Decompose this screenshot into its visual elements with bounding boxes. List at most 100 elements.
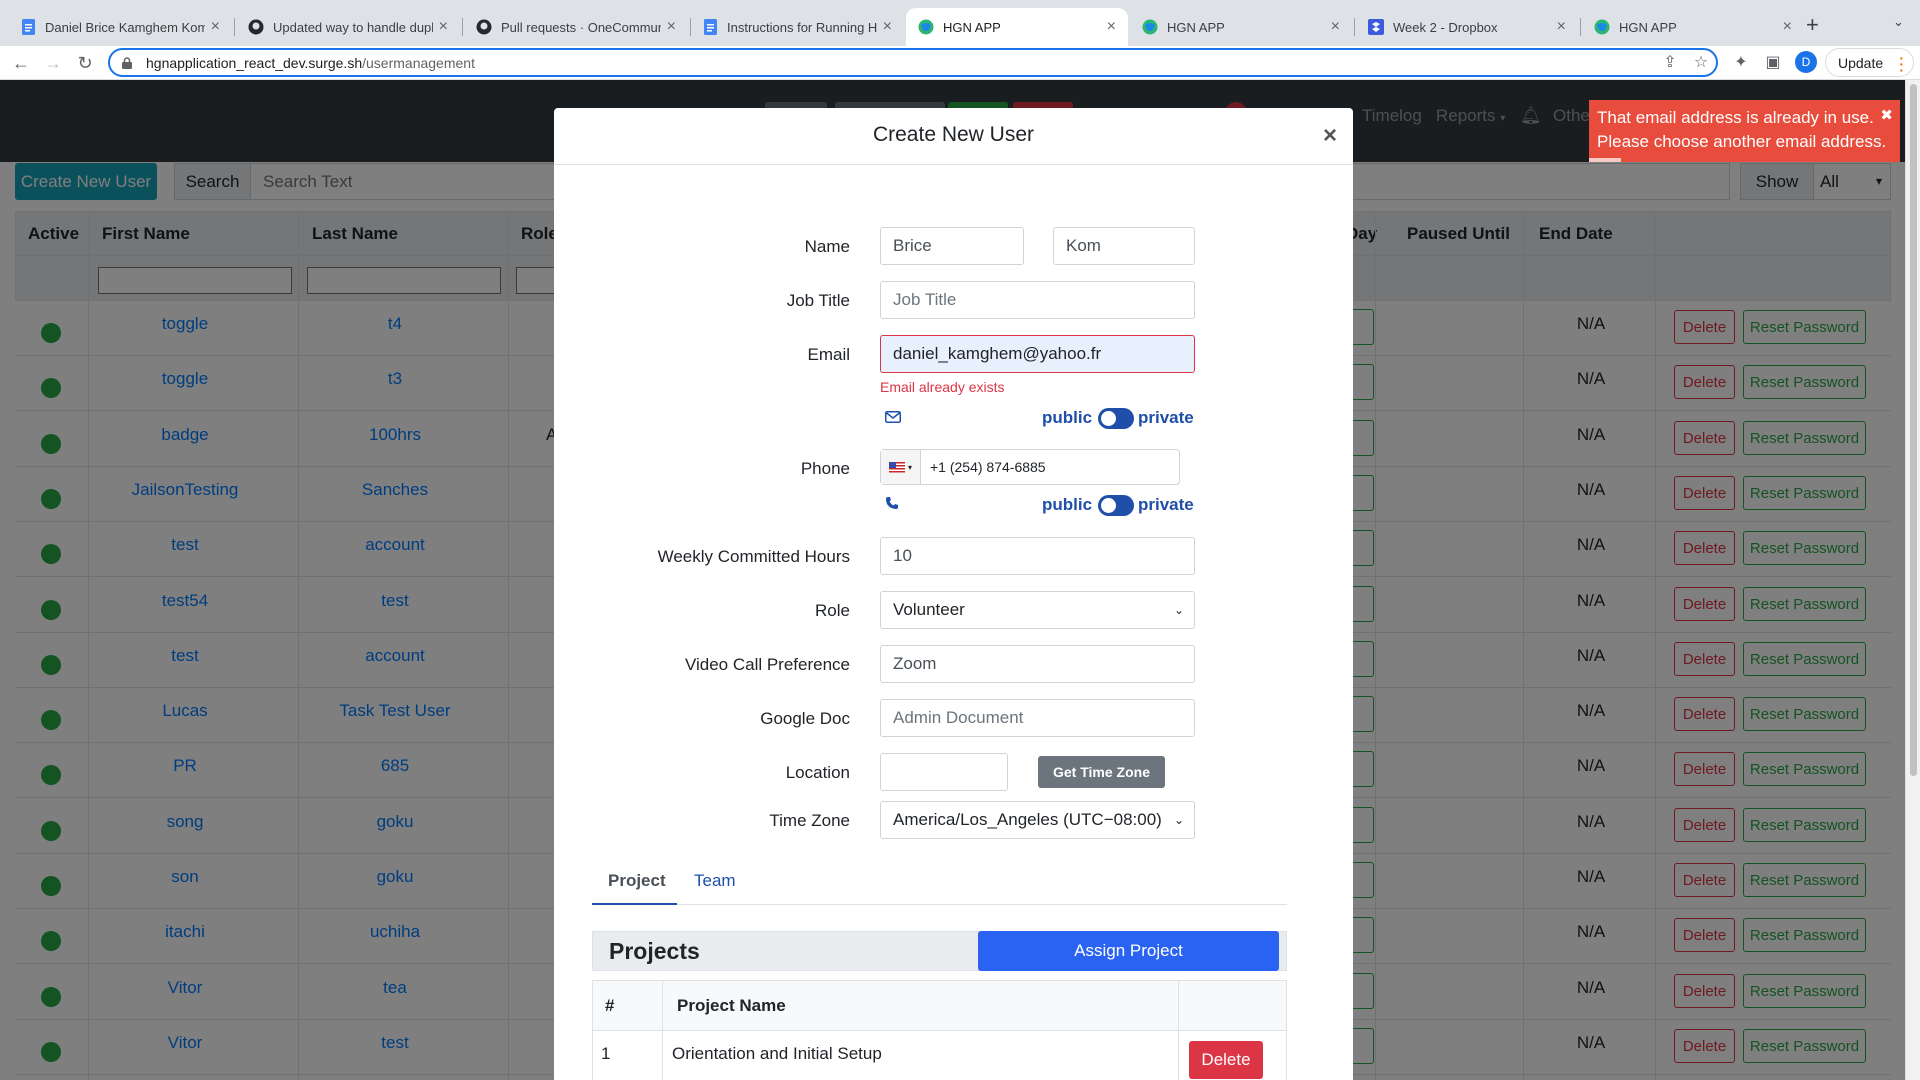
tab-search-chevron-icon[interactable]: ⌄ [1893,14,1904,30]
privacy-switch[interactable] [1098,495,1134,516]
close-icon[interactable]: × [1557,18,1566,36]
browser-tab-active[interactable]: HGN APP × [906,8,1128,46]
weekly-hours-field[interactable]: 10 [880,537,1195,575]
label-time-zone: Time Zone [769,811,850,830]
th-project-name: Project Name [677,996,786,1015]
tab-title: HGN APP [943,19,1001,35]
update-button[interactable]: Update · · · [1825,48,1914,77]
us-flag-icon[interactable]: ▾ [881,450,921,484]
address-bar[interactable]: hgnapplication_react_dev.surge.sh/userma… [108,48,1718,77]
dropbox-icon [1368,19,1384,35]
google-docs-icon [702,19,718,35]
browser-tab[interactable]: Instructions for Running HGI × [690,8,904,46]
phone-privacy-toggle: public private [880,493,1210,517]
active-tab-indicator [592,903,677,905]
close-icon[interactable]: × [1323,122,1337,150]
profile-avatar[interactable]: D [1795,51,1817,73]
projects-title: Projects [609,938,700,964]
toast-message-line2: Please choose another email address. [1597,132,1887,151]
assign-project-button[interactable]: Assign Project [978,931,1279,971]
close-icon[interactable]: × [1107,18,1116,36]
label-email: Email [807,345,850,364]
project-row: 1 Orientation and Initial Setup Delete [592,1031,1287,1080]
tab-project[interactable]: Project [608,871,666,891]
chevron-down-icon: ⌄ [1173,603,1184,617]
tab-team[interactable]: Team [694,871,736,891]
get-time-zone-button[interactable]: Get Time Zone [1038,756,1165,788]
last-name-field[interactable]: Kom [1053,227,1195,265]
browser-tab[interactable]: Daniel Brice Kamghem Kom × [8,8,232,46]
envelope-icon [885,410,901,428]
public-label: public [1042,495,1093,514]
tab-divider [1354,18,1355,36]
url-host: hgnapplication_react_dev.surge.sh [146,54,363,71]
more-vert-icon: · · · [1899,50,1904,78]
privacy-switch[interactable] [1098,408,1134,429]
chevron-down-icon: ⌄ [1173,813,1184,827]
tab-title: Pull requests · OneCommuni [501,19,661,35]
first-name-field[interactable]: Brice [880,227,1024,265]
browser-tab[interactable]: Week 2 - Dropbox × [1356,8,1578,46]
browser-tab[interactable]: HGN APP × [1582,8,1804,46]
close-icon[interactable]: × [1331,18,1340,36]
tab-title: Instructions for Running HGI [727,19,877,35]
scrollbar-thumb[interactable] [1910,84,1917,776]
toast-message-line1: That email address is already in use. [1597,108,1874,127]
hgn-globe-icon [1142,19,1158,35]
hgn-globe-icon [1594,19,1610,35]
tab-title: HGN APP [1167,19,1225,35]
email-field[interactable]: daniel_kamghem@yahoo.fr [880,335,1195,373]
video-pref-field[interactable]: Zoom [880,645,1195,683]
job-title-field[interactable]: Job Title [880,281,1195,319]
extensions-puzzle-icon[interactable]: ✦ [1731,52,1751,72]
tab-divider [462,18,463,36]
tab-title: Updated way to handle dupl [273,19,433,35]
location-field[interactable] [880,753,1008,791]
projects-table-header: # Project Name [592,980,1287,1031]
google-doc-field[interactable]: Admin Document [880,699,1195,737]
side-panel-icon[interactable]: ▣ [1763,52,1783,72]
app-page: Timelog Reports ▾ 🔔︎ Othe Create New Use… [0,80,1905,1080]
update-label: Update [1838,54,1884,71]
email-privacy-toggle: public private [880,406,1210,430]
private-label: private [1138,408,1194,427]
reload-icon[interactable]: ↻ [74,52,96,74]
toast-progress [1589,158,1621,162]
page-scrollbar[interactable] [1905,80,1920,1080]
label-weekly-hours: Weekly Committed Hours [657,547,850,566]
time-zone-select[interactable]: America/Los_Angeles (UTC−08:00) ⌄ [880,801,1195,839]
role-select[interactable]: Volunteer ⌄ [880,591,1195,629]
tab-title: Daniel Brice Kamghem Kom [45,19,205,35]
delete-project-button[interactable]: Delete [1189,1041,1263,1079]
star-icon[interactable]: ☆ [1691,52,1711,72]
time-zone-value: America/Los_Angeles (UTC−08:00) [893,810,1162,829]
browser-tab[interactable]: Updated way to handle dupl × [236,8,460,46]
close-icon[interactable]: × [439,18,448,36]
tab-title: HGN APP [1619,19,1677,35]
browser-tab[interactable]: HGN APP × [1130,8,1352,46]
close-icon[interactable]: × [667,18,676,36]
share-icon[interactable]: ⇪ [1660,52,1680,72]
browser-tab[interactable]: Pull requests · OneCommuni × [464,8,688,46]
project-name: Orientation and Initial Setup [672,1044,882,1063]
back-arrow-icon[interactable]: ← [10,52,32,74]
label-job-title: Job Title [786,291,850,310]
close-icon[interactable]: × [211,18,220,36]
create-user-modal: Create New User × Name Brice Kom Job Tit… [554,108,1353,1080]
private-label: private [1138,495,1194,514]
browser-toolbar: ← → ↻ hgnapplication_react_dev.surge.sh /… [0,46,1920,80]
lock-icon [122,56,136,69]
close-icon[interactable]: × [883,18,892,36]
phone-field[interactable]: ▾ +1 (254) 874-6885 [880,449,1180,485]
forward-arrow-icon[interactable]: → [42,52,64,74]
new-tab-icon[interactable]: + [1806,12,1819,38]
hgn-globe-icon [918,19,934,35]
label-role: Role [815,601,850,620]
tab-title: Week 2 - Dropbox [1393,19,1498,35]
column-divider [1178,981,1179,1030]
project-number: 1 [601,1044,611,1063]
close-icon[interactable]: ✖ [1880,104,1893,128]
label-name: Name [804,237,850,256]
column-divider [662,981,663,1030]
close-icon[interactable]: × [1783,18,1792,36]
